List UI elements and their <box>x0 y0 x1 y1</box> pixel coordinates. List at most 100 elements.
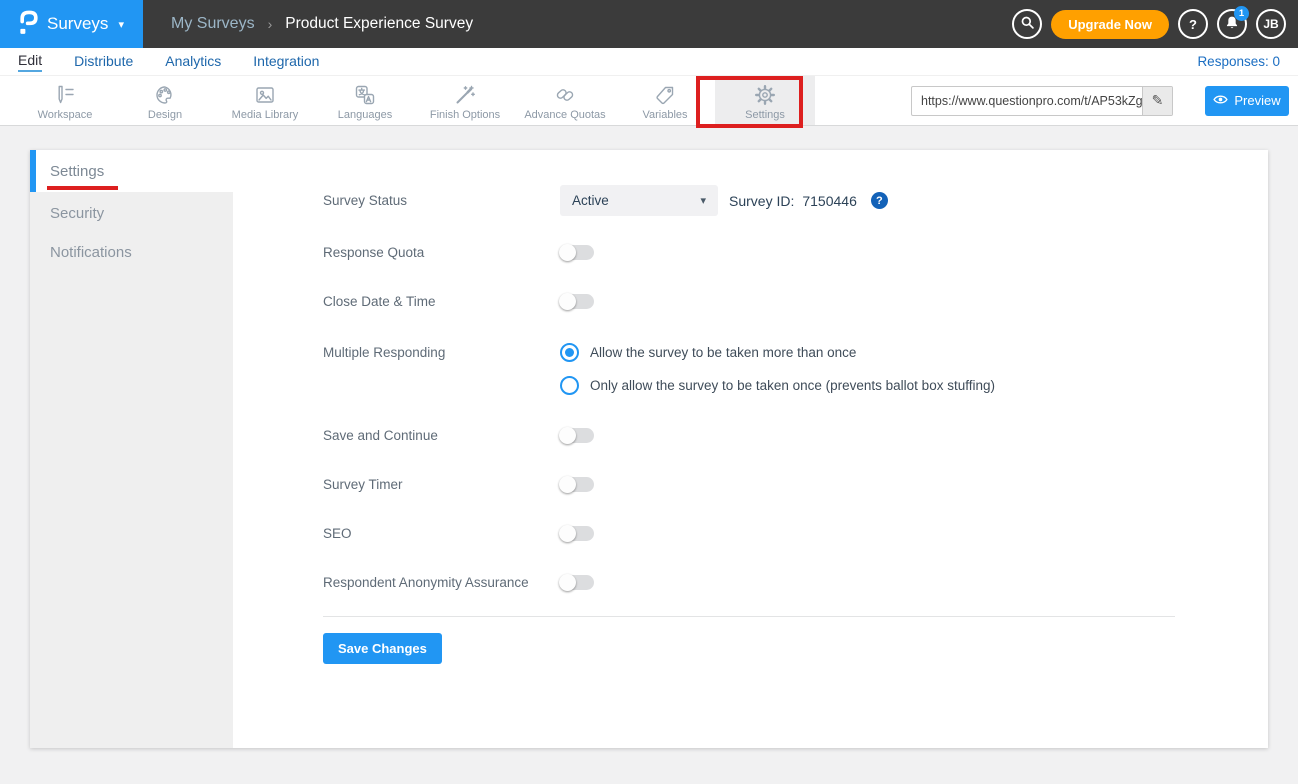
survey-id-value: 7150446 <box>802 193 857 209</box>
seo-toggle[interactable] <box>560 526 594 541</box>
preview-label: Preview <box>1234 93 1280 108</box>
responses-count[interactable]: Responses: 0 <box>1197 54 1280 69</box>
survey-status-label: Survey Status <box>323 193 560 208</box>
breadcrumb-separator-icon: › <box>268 16 273 32</box>
toolbar-item-label: Workspace <box>38 109 93 121</box>
toolbar-item-settings[interactable]: Settings <box>715 76 815 125</box>
advance-quotas-icon <box>553 83 577 107</box>
toggle-knob <box>559 244 576 261</box>
save-continue-toggle[interactable] <box>560 428 594 443</box>
sidebar-item-label: Settings <box>50 163 104 180</box>
radio-option-label: Allow the survey to be taken more than o… <box>590 345 856 360</box>
toggle-knob <box>559 427 576 444</box>
survey-status-value: Active <box>572 193 609 208</box>
response-quota-row: Response Quota <box>323 245 1175 260</box>
close-date-label: Close Date & Time <box>323 294 560 309</box>
user-avatar[interactable]: JB <box>1256 9 1286 39</box>
search-icon <box>1019 14 1036 34</box>
search-button[interactable] <box>1012 9 1042 39</box>
survey-id-help-icon[interactable]: ? <box>871 192 888 209</box>
questionpro-logo-icon <box>19 9 39 40</box>
toggle-knob <box>559 293 576 310</box>
radio-option-allow-multiple[interactable]: Allow the survey to be taken more than o… <box>560 343 995 362</box>
breadcrumb-my-surveys[interactable]: My Surveys <box>171 15 255 33</box>
toggle-knob <box>559 476 576 493</box>
settings-sidebar: Settings Security Notifications <box>30 150 233 748</box>
multiple-responding-row: Multiple Responding Allow the survey to … <box>323 343 1175 395</box>
top-header: Surveys ▾ My Surveys › Product Experienc… <box>0 0 1298 48</box>
survey-timer-label: Survey Timer <box>323 477 560 492</box>
sidebar-item-settings[interactable]: Settings <box>30 150 233 192</box>
preview-button[interactable]: Preview <box>1205 86 1289 116</box>
edit-url-button[interactable]: ✎ <box>1142 87 1172 115</box>
help-button[interactable]: ? <box>1178 9 1208 39</box>
toolbar-item-workspace[interactable]: Workspace <box>15 76 115 125</box>
close-date-toggle[interactable] <box>560 294 594 309</box>
toolbar-item-media-library[interactable]: Media Library <box>215 76 315 125</box>
radio-option-only-once[interactable]: Only allow the survey to be taken once (… <box>560 376 995 395</box>
variables-icon <box>653 83 677 107</box>
toggle-knob <box>559 574 576 591</box>
tab-distribute[interactable]: Distribute <box>74 53 133 71</box>
languages-icon <box>353 83 377 107</box>
tab-integration[interactable]: Integration <box>253 53 319 71</box>
survey-url-text: https://www.questionpro.com/t/AP53kZgfo <box>912 94 1142 108</box>
survey-status-row: Survey Status Active ▾ Survey ID: 715044… <box>323 185 1175 216</box>
content-area: Settings Security Notifications Survey S… <box>0 126 1298 748</box>
product-name: Surveys <box>47 14 108 34</box>
toolbar-item-design[interactable]: Design <box>115 76 215 125</box>
survey-timer-row: Survey Timer <box>323 477 1175 492</box>
close-date-row: Close Date & Time <box>323 294 1175 309</box>
toolbar-item-label: Finish Options <box>430 109 500 121</box>
workspace-icon <box>53 83 77 107</box>
multiple-responding-label: Multiple Responding <box>323 343 560 360</box>
toolbar-item-languages[interactable]: Languages <box>315 76 415 125</box>
survey-nav-tabs: Edit Distribute Analytics Integration Re… <box>0 48 1298 76</box>
survey-url-field[interactable]: https://www.questionpro.com/t/AP53kZgfo … <box>911 86 1173 116</box>
sidebar-item-notifications[interactable]: Notifications <box>30 233 233 272</box>
chevron-down-icon: ▾ <box>700 194 706 207</box>
toolbar-item-label: Advance Quotas <box>524 109 605 121</box>
avatar-initials: JB <box>1263 17 1278 31</box>
radio-selected-icon[interactable] <box>560 343 579 362</box>
form-divider <box>323 616 1175 617</box>
tab-edit[interactable]: Edit <box>18 52 42 72</box>
tab-analytics[interactable]: Analytics <box>165 53 221 71</box>
seo-row: SEO <box>323 526 1175 541</box>
save-changes-button[interactable]: Save Changes <box>323 633 442 664</box>
notifications-button[interactable]: 1 <box>1217 9 1247 39</box>
upgrade-now-button[interactable]: Upgrade Now <box>1051 10 1169 39</box>
anonymity-row: Respondent Anonymity Assurance <box>323 575 1175 590</box>
survey-timer-toggle[interactable] <box>560 477 594 492</box>
response-quota-label: Response Quota <box>323 245 560 260</box>
anonymity-toggle[interactable] <box>560 575 594 590</box>
survey-status-select[interactable]: Active ▾ <box>560 185 718 216</box>
toggle-knob <box>559 525 576 542</box>
multiple-responding-options: Allow the survey to be taken more than o… <box>560 343 995 395</box>
response-quota-toggle[interactable] <box>560 245 594 260</box>
sidebar-item-label: Notifications <box>50 244 132 261</box>
page-title: Product Experience Survey <box>285 15 473 33</box>
design-icon <box>153 83 177 107</box>
header-actions: Upgrade Now ? 1 JB <box>1012 9 1298 39</box>
settings-panel: Settings Security Notifications Survey S… <box>30 150 1268 748</box>
toolbar-item-label: Design <box>148 109 182 121</box>
edit-toolbar: Workspace Design Media Library L <box>0 76 1298 126</box>
notification-badge: 1 <box>1234 6 1249 21</box>
eye-icon <box>1213 93 1228 108</box>
pencil-icon: ✎ <box>1152 92 1164 109</box>
media-library-icon <box>253 83 277 107</box>
save-continue-row: Save and Continue <box>323 428 1175 443</box>
toolbar-item-advance-quotas[interactable]: Advance Quotas <box>515 76 615 125</box>
radio-unselected-icon[interactable] <box>560 376 579 395</box>
toolbar-item-variables[interactable]: Variables <box>615 76 715 125</box>
sidebar-item-label: Security <box>50 205 104 222</box>
sidebar-item-security[interactable]: Security <box>30 194 233 233</box>
toolbar-item-finish-options[interactable]: Finish Options <box>415 76 515 125</box>
toolbar-item-label: Variables <box>642 109 687 121</box>
sidebar-group: Security Notifications <box>30 192 233 748</box>
toolbar-item-label: Languages <box>338 109 392 121</box>
radio-option-label: Only allow the survey to be taken once (… <box>590 378 995 393</box>
product-switcher[interactable]: Surveys ▾ <box>0 0 143 48</box>
toolbar-item-label: Media Library <box>232 109 299 121</box>
